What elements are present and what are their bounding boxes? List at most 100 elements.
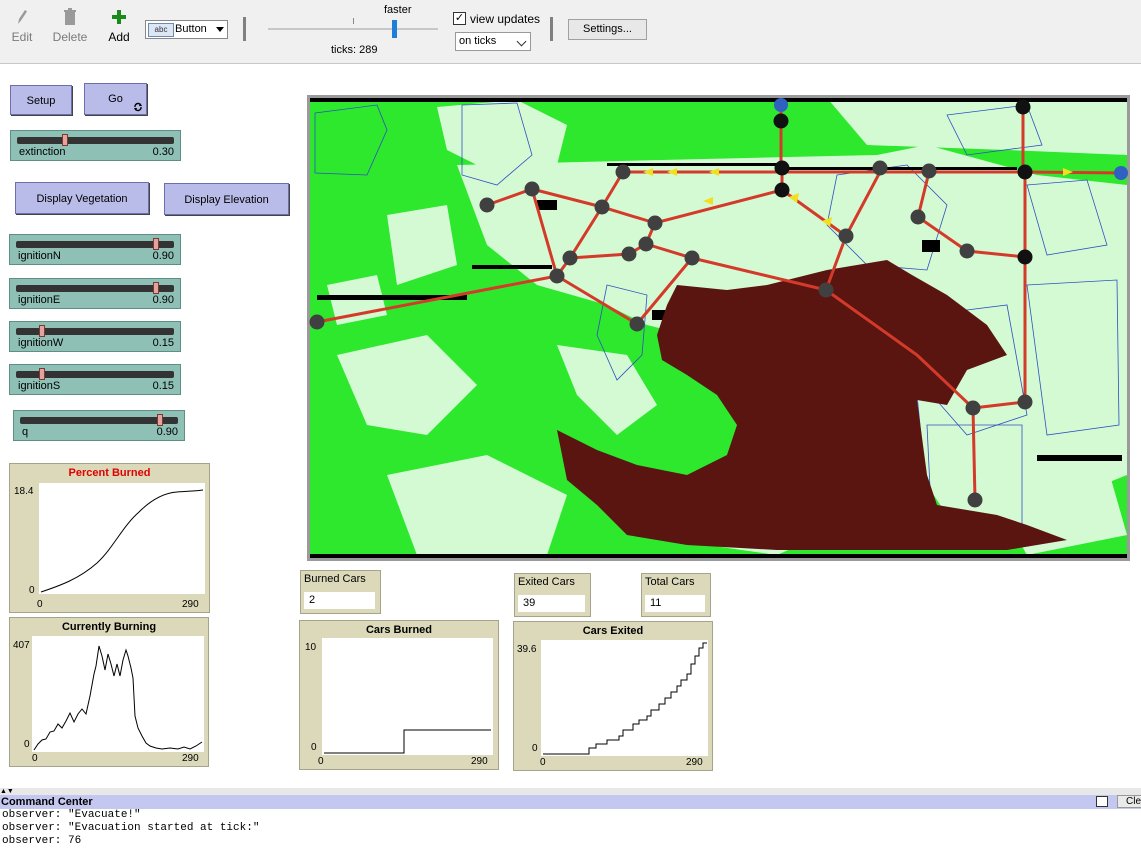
slider-name: ignitionS (18, 380, 61, 392)
widget-type-select[interactable]: abc Button (145, 20, 228, 39)
plot-xmin: 0 (540, 757, 546, 768)
plot-area (322, 638, 493, 755)
speed-center-tick (353, 18, 354, 24)
plot-area (541, 640, 708, 756)
world-view[interactable] (307, 95, 1130, 561)
command-center-resize-handle[interactable]: ▲▼ (0, 788, 1141, 795)
slider-thumb[interactable] (38, 325, 45, 337)
slider-ignitionN[interactable]: ignitionN 0.90 (9, 234, 181, 265)
slider-value: 0.15 (152, 380, 174, 392)
edit-button[interactable]: Edit (0, 8, 44, 44)
toolbar: Edit Delete Add abc Button faster ticks:… (0, 0, 1141, 64)
update-mode-value: on ticks (459, 35, 497, 47)
monitor-total-cars: Total Cars 11 (641, 573, 711, 617)
output-line: observer: "Evacuation started at tick:" (2, 822, 260, 834)
slider-name: extinction (19, 146, 66, 158)
plot-ymin: 0 (311, 742, 317, 753)
plot-ymin: 0 (532, 743, 538, 754)
pencil-icon (18, 10, 27, 24)
monitor-value: 2 (304, 592, 375, 609)
slider-thumb[interactable] (62, 134, 69, 146)
slider-ignitionE[interactable]: ignitionE 0.90 (9, 278, 181, 309)
slider-thumb[interactable] (38, 368, 45, 380)
slider-thumb[interactable] (152, 238, 159, 250)
slider-value: 0.90 (152, 250, 174, 262)
slider-thumb[interactable] (156, 414, 163, 426)
speed-slider[interactable] (268, 28, 438, 30)
plot-xmax: 290 (686, 757, 703, 768)
slider-extinction[interactable]: extinction 0.30 (10, 130, 181, 161)
view-updates-label: view updates (470, 12, 541, 26)
command-center-title: Command Center (1, 796, 93, 808)
chevron-down-icon (216, 27, 224, 32)
slider-value: 0.90 (156, 426, 178, 438)
slider-q[interactable]: q 0.90 (13, 410, 185, 441)
delete-label: Delete (52, 30, 88, 44)
plot-area (39, 483, 205, 594)
monitor-label: Total Cars (645, 576, 695, 588)
update-mode-select[interactable]: on ticks (455, 32, 531, 51)
plot-currently-burning[interactable]: Currently Burning 407 0 0 290 (9, 617, 209, 767)
plot-title: Percent Burned (68, 467, 151, 479)
slider-value: 0.30 (152, 146, 174, 158)
view-updates-checkbox[interactable]: ✓ (453, 12, 466, 25)
settings-button[interactable]: Settings... (568, 19, 647, 40)
plot-cars-burned[interactable]: Cars Burned 10 0 0 290 (299, 620, 499, 770)
go-label: Go (108, 93, 123, 105)
delete-button[interactable]: Delete (48, 8, 92, 44)
tick-counter: ticks: 289 (331, 44, 378, 56)
plot-xmin: 0 (32, 753, 38, 764)
chevron-down-icon (516, 36, 527, 47)
monitor-label: Burned Cars (304, 573, 366, 585)
plot-ymax: 39.6 (517, 644, 537, 655)
plot-cars-exited[interactable]: Cars Exited 39.6 0 0 290 (513, 621, 713, 771)
trash-icon (64, 8, 76, 25)
slider-value: 0.15 (152, 337, 174, 349)
display-vegetation-button[interactable]: Display Vegetation (15, 182, 149, 214)
go-button[interactable]: Go (84, 83, 147, 115)
cars-burned-curve (324, 729, 491, 754)
clear-button[interactable]: Cle (1117, 795, 1141, 808)
monitor-burned-cars: Burned Cars 2 (300, 570, 381, 614)
plot-xmax: 290 (182, 599, 199, 610)
output-line: observer: "Evacuate!" (2, 809, 141, 821)
speed-label: faster (384, 4, 412, 16)
plot-title: Cars Burned (365, 624, 433, 636)
display-elevation-button[interactable]: Display Elevation (164, 183, 289, 215)
slider-name: ignitionW (18, 337, 64, 349)
add-label: Add (108, 30, 130, 44)
cars-exited-curve (543, 642, 707, 755)
slider-thumb[interactable] (152, 282, 159, 294)
slider-track (20, 417, 178, 424)
plot-ymin: 0 (29, 585, 35, 596)
percent-burned-curve (40, 489, 204, 593)
forever-icon (134, 102, 142, 112)
plus-icon (112, 10, 126, 24)
plot-xmax: 290 (182, 753, 199, 764)
slider-name: ignitionN (18, 250, 61, 262)
monitor-value: 11 (645, 595, 705, 612)
slider-ignitionS[interactable]: ignitionS 0.15 (9, 364, 181, 395)
slider-track (16, 285, 174, 292)
edit-label: Edit (11, 30, 33, 44)
monitor-exited-cars: Exited Cars 39 (514, 573, 591, 617)
plot-title: Cars Exited (582, 625, 644, 637)
plot-area (32, 636, 204, 752)
speed-slider-thumb[interactable] (392, 20, 397, 38)
setup-button[interactable]: Setup (10, 85, 72, 115)
slider-value: 0.90 (152, 294, 174, 306)
plot-title: Currently Burning (61, 621, 157, 633)
slider-ignitionW[interactable]: ignitionW 0.15 (9, 321, 181, 352)
output-line: observer: 76 (2, 835, 82, 847)
command-center-output[interactable]: observer: "Evacuate!" observer: "Evacuat… (0, 809, 1141, 855)
add-button[interactable]: Add (97, 8, 141, 44)
widget-type-value: Button (175, 23, 207, 35)
toolbar-divider (243, 17, 246, 41)
button-widget-icon: abc (148, 23, 174, 37)
slider-name: q (22, 426, 29, 438)
plot-percent-burned[interactable]: Percent Burned 18.4 0 0 290 (9, 463, 210, 613)
maximize-icon[interactable] (1096, 796, 1108, 807)
expand-arrows-icon: ▲▼ (0, 788, 14, 795)
toolbar-divider (550, 17, 553, 41)
plot-ymax: 407 (13, 640, 30, 651)
